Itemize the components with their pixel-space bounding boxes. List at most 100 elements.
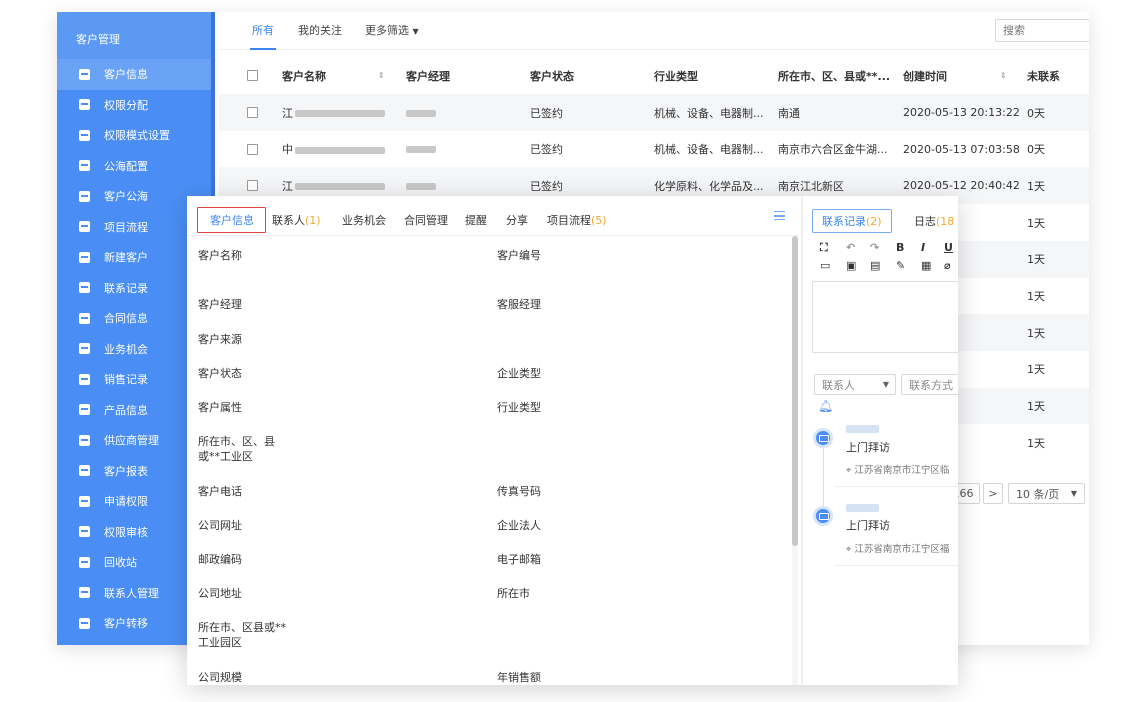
tab-opportunities[interactable]: 业务机会	[342, 212, 386, 228]
uncontacted-cell: 1天	[1027, 436, 1045, 450]
redo-icon[interactable]: ↷	[870, 241, 879, 254]
field-label: 企业类型	[497, 367, 541, 380]
sidebar-item-label: 申请权限	[104, 495, 148, 509]
document-icon	[79, 373, 90, 385]
city-cell: 南京江北新区	[778, 179, 844, 193]
field-label: 客户属性	[198, 401, 242, 414]
location-icon: ⌖	[846, 544, 852, 555]
row-checkbox[interactable]	[247, 107, 258, 118]
tab-contacts[interactable]: 联系人(1)	[272, 212, 321, 228]
bell-icon[interactable]: 🔔︎	[818, 399, 833, 413]
tab-project-flow[interactable]: 项目流程(5)	[547, 212, 607, 228]
contact-method-select[interactable]: 联系方式	[901, 374, 958, 395]
header-city: 所在市、区、县或**...	[778, 69, 891, 83]
header-manager: 客户经理	[406, 69, 450, 83]
sidebar-item[interactable]: 客户信息	[57, 59, 211, 90]
industry-cell: 机械、设备、电器制...	[654, 143, 764, 157]
attachment-icon[interactable]: ⌀	[944, 259, 951, 272]
briefcase-icon	[79, 190, 90, 202]
industry-cell: 化学原料、化学品及...	[654, 179, 764, 193]
field-label: 电子邮箱	[497, 553, 541, 566]
contact-select[interactable]: 联系人 ▼	[814, 374, 896, 395]
sidebar-item-label: 客户报表	[104, 464, 148, 478]
fullscreen-icon[interactable]: ⛶	[820, 241, 828, 255]
shield-icon	[79, 495, 90, 507]
created-time-cell: 2020-05-13 20:13:22	[903, 106, 1020, 119]
underline-icon[interactable]: U	[944, 241, 953, 254]
page-size-select[interactable]: 10 条/页 ▼	[1008, 483, 1085, 504]
pager-next-button[interactable]: >	[983, 483, 1003, 504]
manager-cell	[406, 106, 436, 119]
menu-icon[interactable]	[774, 211, 785, 220]
table-row[interactable]: 江 已签约 机械、设备、电器制... 南通 2020-05-13 20:13:22 0天	[219, 94, 1089, 131]
record-divider	[834, 486, 958, 487]
scrollbar-thumb[interactable]	[792, 236, 798, 546]
table-icon[interactable]: ▦	[921, 259, 931, 272]
tab-customer-info[interactable]: 客户信息	[197, 207, 266, 233]
record-title[interactable]: 上门拜访	[846, 517, 890, 533]
chevron-down-icon: ▼	[412, 27, 419, 36]
manager-cell	[406, 179, 436, 192]
tab-reminders[interactable]: 提醒	[465, 212, 487, 228]
tab-contracts[interactable]: 合同管理	[404, 212, 448, 228]
uncontacted-cell: 0天	[1027, 143, 1045, 157]
bold-icon[interactable]: B	[896, 241, 904, 254]
customer-name-cell[interactable]: 江	[282, 178, 385, 194]
row-checkbox[interactable]	[247, 180, 258, 192]
transfer-icon	[79, 617, 90, 629]
sort-icon[interactable]: ⇕	[1000, 71, 1007, 80]
table-row[interactable]: 中 已签约 机械、设备、电器制... 南京市六合区金牛湖... 2020-05-13 0…	[219, 130, 1089, 168]
sidebar-item[interactable]: 权限模式设置	[57, 120, 211, 151]
id-card-icon	[79, 251, 90, 263]
document-icon	[79, 404, 90, 416]
video-icon[interactable]: ▤	[870, 259, 880, 272]
sidebar-item-label: 联系记录	[104, 281, 148, 295]
row-checkbox[interactable]	[247, 143, 258, 155]
record-editor[interactable]	[812, 281, 958, 353]
detail-tabs: 客户信息 联系人(1) 业务机会 合同管理 提醒 分享 项目流程(5)	[187, 196, 799, 236]
sidebar-item[interactable]: 权限分配	[57, 90, 211, 121]
record-address: ⌖ 江苏省南京市江宁区临	[846, 465, 950, 476]
contact-name	[846, 425, 879, 433]
sidebar-title: 客户管理	[57, 12, 211, 59]
sort-icon[interactable]: ⇕	[378, 71, 385, 80]
filter-bar: 所有 我的关注 更多筛选 ▼	[219, 12, 1089, 50]
record-title[interactable]: 上门拜访	[846, 439, 890, 455]
briefcase-icon	[79, 160, 90, 172]
image-icon[interactable]: ▣	[846, 259, 856, 272]
tab-log[interactable]: 日志(18	[914, 213, 954, 229]
briefcase-icon	[79, 99, 90, 111]
search-input[interactable]	[995, 19, 1089, 42]
field-label: 所在市、区、县 或**工业区	[198, 435, 275, 463]
tab-contact-records[interactable]: 联系记录(2)	[812, 209, 892, 233]
tab-more-filters[interactable]: 更多筛选 ▼	[365, 22, 419, 38]
briefcase-icon	[79, 221, 90, 233]
undo-icon[interactable]: ↶	[846, 241, 855, 254]
customer-name-cell[interactable]: 中	[282, 141, 385, 157]
customer-detail-window: 客户信息 联系人(1) 业务机会 合同管理 提醒 分享 项目流程(5) 客户名称…	[187, 196, 958, 685]
sidebar-item[interactable]: 公海配置	[57, 151, 211, 182]
tab-all[interactable]: 所有	[250, 22, 276, 50]
detail-panel: 客户信息 联系人(1) 业务机会 合同管理 提醒 分享 项目流程(5) 客户名称…	[187, 196, 799, 685]
header-customer-name[interactable]: 客户名称	[282, 68, 326, 84]
field-label: 公司网址	[198, 519, 242, 532]
contact-name	[846, 504, 879, 512]
select-all-checkbox[interactable]	[247, 70, 258, 81]
manager-cell	[406, 143, 436, 156]
uncontacted-cell: 1天	[1027, 179, 1045, 193]
field-label: 客户电话	[198, 485, 242, 498]
record-icon	[813, 428, 833, 448]
field-label: 所在市	[497, 587, 530, 600]
italic-icon[interactable]: I	[921, 241, 925, 254]
edit-icon[interactable]: ✎	[896, 259, 905, 272]
sidebar-item-label: 产品信息	[104, 403, 148, 417]
header-created[interactable]: 创建时间	[903, 68, 947, 84]
edit-document-icon	[79, 312, 90, 324]
header-status: 客户状态	[530, 69, 574, 83]
customer-name-cell[interactable]: 江	[282, 105, 385, 121]
tab-my-follow[interactable]: 我的关注	[298, 22, 342, 38]
sidebar-item-label: 权限分配	[104, 98, 148, 112]
location-icon: ⌖	[846, 465, 852, 476]
comment-icon[interactable]: ▭	[820, 259, 830, 272]
tab-share[interactable]: 分享	[506, 212, 528, 228]
